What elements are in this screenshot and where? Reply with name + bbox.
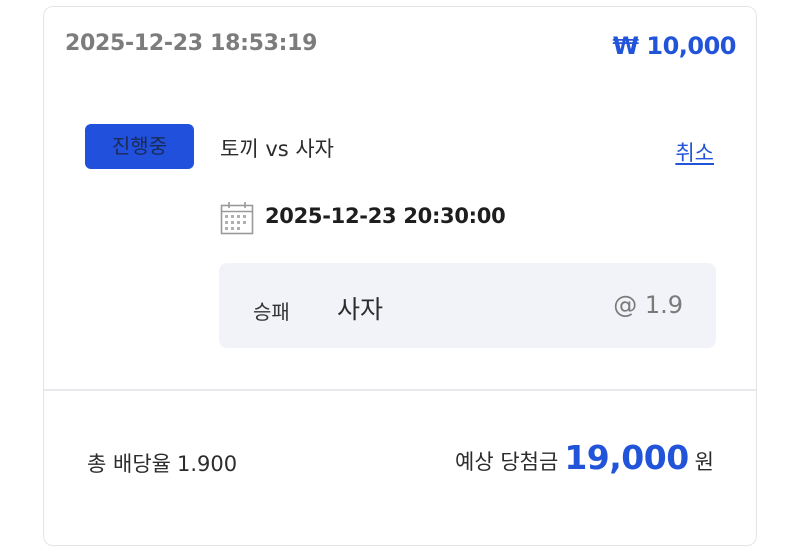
payout-amount: 19,000 <box>564 438 689 477</box>
pick-market: 승패 <box>253 300 290 324</box>
pick-box: 승패 사자 @ 1.9 <box>219 263 716 348</box>
payout-unit: 원 <box>694 450 714 474</box>
match-start-time: 2025-12-23 20:30:00 <box>265 204 506 228</box>
total-odds-value: 1.900 <box>176 452 238 476</box>
calendar-icon <box>220 201 254 235</box>
total-odds-label: 총 배당율 <box>87 452 171 476</box>
bet-card: 2025-12-23 18:53:19 ₩ 10,000 진행중 토끼 vs 사… <box>43 6 757 546</box>
pick-odds: @ 1.9 <box>613 291 683 319</box>
divider <box>44 389 756 391</box>
cancel-button[interactable]: 취소 <box>675 137 714 167</box>
pick-selection: 사자 <box>337 295 384 324</box>
payout-label: 예상 당첨금 <box>455 450 559 474</box>
status-badge: 진행중 <box>85 124 194 169</box>
stake-amount: ₩ 10,000 <box>612 32 737 60</box>
bet-placed-time: 2025-12-23 18:53:19 <box>65 31 318 56</box>
match-title: 토끼 vs 사자 <box>220 137 334 161</box>
expected-payout: 예상 당첨금 19,000 원 <box>455 438 714 477</box>
total-odds: 총 배당율 1.900 <box>87 448 237 478</box>
